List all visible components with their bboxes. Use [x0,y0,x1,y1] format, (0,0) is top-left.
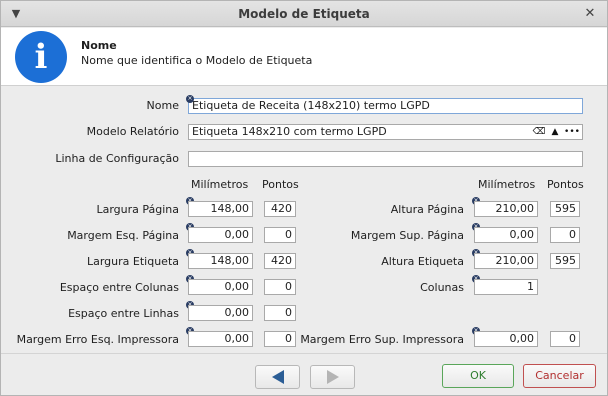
margem-erro-esq-mm[interactable]: 0,00 [188,331,253,347]
info-panel: i Nome Nome que identifica o Modelo de E… [1,28,607,86]
linha-configuracao-label: Linha de Configuração [55,152,179,165]
title-bar: ▼ Modelo de Etiqueta ✕ [1,1,607,27]
more-options-icon[interactable]: ••• [564,125,580,139]
margem-erro-sup-mm[interactable]: 0,00 [474,331,538,347]
margem-erro-sup-pts[interactable]: 0 [550,331,580,347]
info-icon: i [15,31,67,83]
margem-erro-esq-label: Margem Erro Esq. Impressora [16,333,179,346]
pts-header-right: Pontos [547,178,584,191]
altura-pagina-pts[interactable]: 595 [550,201,580,217]
largura-pagina-label: Largura Página [96,203,179,216]
espaco-linhas-mm[interactable]: 0,00 [188,305,253,321]
largura-etiqueta-mm[interactable]: 148,00 [188,253,253,269]
espaco-linhas-label: Espaço entre Linhas [68,307,179,320]
field-marker-icon: × [186,95,194,103]
largura-etiqueta-label: Largura Etiqueta [86,255,179,268]
arrow-right-icon [326,370,339,384]
altura-pagina-label: Altura Página [390,203,464,216]
cancel-button[interactable]: Cancelar [523,364,596,388]
info-title: Nome [81,39,117,52]
colunas-label: Colunas [420,281,464,294]
altura-pagina-mm[interactable]: 210,00 [474,201,538,217]
arrow-left-icon [271,370,284,384]
modelo-relatorio-label: Modelo Relatório [86,125,179,138]
info-description: Nome que identifica o Modelo de Etiqueta [81,54,313,67]
mm-header-left: Milímetros [191,178,249,191]
espaco-linhas-pts[interactable]: 0 [264,305,296,321]
altura-etiqueta-pts[interactable]: 595 [550,253,580,269]
window-title: Modelo de Etiqueta [238,7,370,21]
largura-pagina-mm[interactable]: 148,00 [188,201,253,217]
clear-icon[interactable]: ⌫ [532,125,546,139]
close-icon[interactable]: ✕ [581,5,599,23]
espaco-colunas-label: Espaço entre Colunas [59,281,179,294]
margem-sup-pagina-pts[interactable]: 0 [550,227,580,243]
altura-etiqueta-label: Altura Etiqueta [381,255,464,268]
nome-input[interactable]: Etiqueta de Receita (148x210) termo LGPD [188,98,583,114]
modelo-relatorio-combo[interactable]: Etiqueta 148x210 com termo LGPD ⌫ ▲ ••• [188,124,583,140]
dialog-window: ▼ Modelo de Etiqueta ✕ i Nome Nome que i… [0,0,608,396]
margem-sup-pagina-label: Margem Sup. Página [350,229,464,242]
pts-header-left: Pontos [262,178,299,191]
footer-separator [1,353,607,354]
linha-configuracao-input[interactable] [188,151,583,167]
margem-sup-pagina-mm[interactable]: 0,00 [474,227,538,243]
triangle-up-icon[interactable]: ▲ [548,125,562,139]
colunas-input[interactable]: 1 [474,279,538,295]
ok-button[interactable]: OK [442,364,514,388]
margem-esq-pagina-pts[interactable]: 0 [264,227,296,243]
previous-button[interactable] [255,365,300,389]
modelo-relatorio-value: Etiqueta 148x210 com termo LGPD [192,125,387,138]
mm-header-right: Milímetros [478,178,536,191]
espaco-colunas-mm[interactable]: 0,00 [188,279,253,295]
next-button[interactable] [310,365,355,389]
nome-label: Nome [146,99,179,112]
margem-erro-sup-label: Margem Erro Sup. Impressora [300,333,464,346]
largura-etiqueta-pts[interactable]: 420 [264,253,296,269]
margem-erro-esq-pts[interactable]: 0 [264,331,296,347]
largura-pagina-pts[interactable]: 420 [264,201,296,217]
margem-esq-pagina-label: Margem Esq. Página [67,229,179,242]
altura-etiqueta-mm[interactable]: 210,00 [474,253,538,269]
margem-esq-pagina-mm[interactable]: 0,00 [188,227,253,243]
espaco-colunas-pts[interactable]: 0 [264,279,296,295]
